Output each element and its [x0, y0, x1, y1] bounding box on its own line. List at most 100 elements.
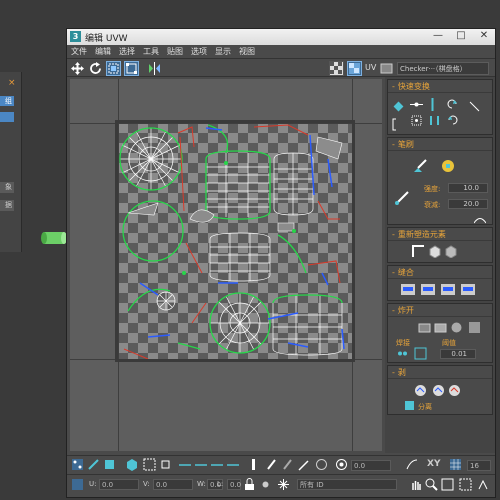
space-horizontal-icon[interactable] [428, 114, 441, 127]
stitch-target-icon[interactable] [440, 283, 456, 296]
xy-plane-label[interactable]: XY [427, 459, 440, 469]
rotate-icon[interactable] [88, 61, 103, 76]
align-pivot-icon[interactable] [392, 100, 405, 113]
arc-rotate-icon[interactable] [405, 458, 418, 471]
collapse-toggle[interactable]: - [392, 230, 395, 239]
paint-size-icon[interactable] [297, 458, 310, 471]
minimize-button[interactable]: — [427, 29, 449, 44]
zoom-region-icon[interactable] [441, 478, 454, 491]
grow-selection-icon[interactable] [143, 458, 156, 471]
menu-edit[interactable]: 编辑 [91, 45, 115, 59]
stitch-average-icon[interactable] [420, 283, 436, 296]
falloff-field[interactable]: 20.0 [448, 199, 488, 209]
lock-icon[interactable] [243, 478, 256, 491]
straighten-icon[interactable] [412, 245, 425, 258]
scene-cylinder-object[interactable] [40, 230, 68, 246]
u-field[interactable]: 0.0 [99, 479, 139, 490]
mirror-icon[interactable] [147, 61, 162, 76]
soft-select-icon[interactable] [315, 458, 328, 471]
left-panel-row[interactable]: 据 [0, 200, 14, 211]
scale-icon[interactable] [106, 61, 121, 76]
move-icon[interactable] [70, 61, 85, 76]
select-element-icon[interactable] [125, 458, 138, 471]
element-id-dropdown[interactable]: 所有 ID [297, 479, 397, 490]
hide-icon[interactable] [259, 478, 272, 491]
relax-cube-icon[interactable] [428, 245, 441, 259]
select-edge-icon[interactable] [87, 458, 100, 471]
rollout-header[interactable]: -剥 [388, 366, 492, 379]
collapse-toggle[interactable]: - [392, 140, 395, 149]
menu-tools[interactable]: 工具 [139, 45, 163, 59]
paint-brush-icon[interactable] [440, 158, 456, 174]
menu-mapping[interactable]: 贴图 [163, 45, 187, 59]
rotation-snap-icon[interactable] [335, 458, 348, 471]
rollout-header[interactable]: - 炸开 [388, 304, 492, 317]
quick-peel-icon[interactable] [414, 384, 427, 397]
maximize-button[interactable]: □ [450, 29, 472, 44]
uv-editor-viewport[interactable] [70, 79, 382, 451]
shrink-selection-icon[interactable] [159, 458, 172, 471]
options-icon[interactable] [379, 61, 394, 76]
left-panel-blue-row[interactable]: 组 [0, 96, 14, 106]
select-face-icon[interactable] [103, 458, 116, 471]
rollout-header[interactable]: - 笔刷 [388, 138, 492, 151]
grid-size-field[interactable]: 16 [467, 460, 491, 471]
menu-select[interactable]: 选择 [115, 45, 139, 59]
stitch-source-icon[interactable] [400, 283, 416, 296]
flatten-cube-icon[interactable] [444, 245, 457, 259]
stitch-custom-icon[interactable] [460, 283, 476, 296]
show-map-icon[interactable] [347, 61, 362, 76]
loop-ring-tools[interactable] [177, 459, 247, 471]
zoom-icon[interactable] [425, 478, 438, 491]
collapse-toggle[interactable]: - [392, 306, 395, 315]
freeform-mode-icon[interactable] [124, 61, 139, 76]
left-panel-row[interactable]: 象 [0, 182, 14, 193]
brush-size-icon[interactable] [281, 458, 294, 471]
falloff-type-icon[interactable] [473, 214, 487, 224]
rollout-header[interactable]: - 缝合 [388, 266, 492, 279]
title-bar[interactable]: 3 编辑 UVW — □ ✕ [67, 29, 495, 45]
snap-toggle-icon[interactable] [477, 478, 490, 491]
brush-icon[interactable] [265, 458, 278, 471]
v-field[interactable]: 0.0 [153, 479, 193, 490]
strength-field[interactable]: 10.0 [448, 183, 488, 193]
collapse-toggle[interactable]: - [392, 368, 395, 377]
pinch-brush-icon[interactable] [394, 190, 410, 206]
uv-islands-layer[interactable] [118, 123, 352, 359]
grid-display-icon[interactable] [449, 458, 462, 471]
close-button[interactable]: ✕ [473, 29, 495, 44]
relax-brush-icon[interactable] [412, 158, 428, 174]
rollout-header[interactable]: - 快速变换 [388, 80, 492, 93]
align-vertical-icon[interactable] [426, 98, 439, 111]
rotate-90-cw-icon[interactable] [446, 114, 459, 127]
rotation-angle-field[interactable]: 0.0 [351, 460, 391, 471]
collapse-toggle[interactable]: - [392, 82, 395, 91]
menu-display[interactable]: 显示 [211, 45, 235, 59]
menu-options[interactable]: 选项 [187, 45, 211, 59]
align-horizontal-icon[interactable] [410, 98, 423, 111]
flatten-by-icon[interactable] [468, 321, 481, 334]
pan-hand-icon[interactable] [409, 478, 422, 491]
select-vertex-icon[interactable] [71, 458, 84, 471]
checker-display-icon[interactable] [329, 61, 344, 76]
absolute-mode-icon[interactable] [71, 478, 84, 491]
weld-threshold-field[interactable]: 0.01 [440, 349, 476, 359]
break-icon[interactable] [418, 321, 431, 334]
detach-icon[interactable] [404, 400, 415, 411]
weld-target-icon[interactable] [414, 347, 427, 360]
collapse-toggle[interactable]: - [392, 268, 395, 277]
weld-selected-icon[interactable] [396, 347, 409, 360]
menu-view[interactable]: 视图 [235, 45, 259, 59]
peel-mode-icon[interactable] [432, 384, 445, 397]
left-panel-blue-row-2[interactable] [0, 112, 14, 122]
panel-close-button[interactable]: × [8, 78, 16, 88]
l-field[interactable]: 0.0 [227, 479, 241, 490]
zoom-extents-icon[interactable] [459, 478, 472, 491]
rollout-header[interactable]: - 重新塑造元素 [388, 228, 492, 241]
detach-icon[interactable] [434, 321, 447, 334]
freeze-icon[interactable] [277, 478, 290, 491]
menu-file[interactable]: 文件 [67, 45, 91, 59]
reset-peel-icon[interactable] [448, 384, 461, 397]
align-grid-icon[interactable] [410, 114, 423, 127]
rotate-90-ccw-icon[interactable] [446, 98, 459, 111]
